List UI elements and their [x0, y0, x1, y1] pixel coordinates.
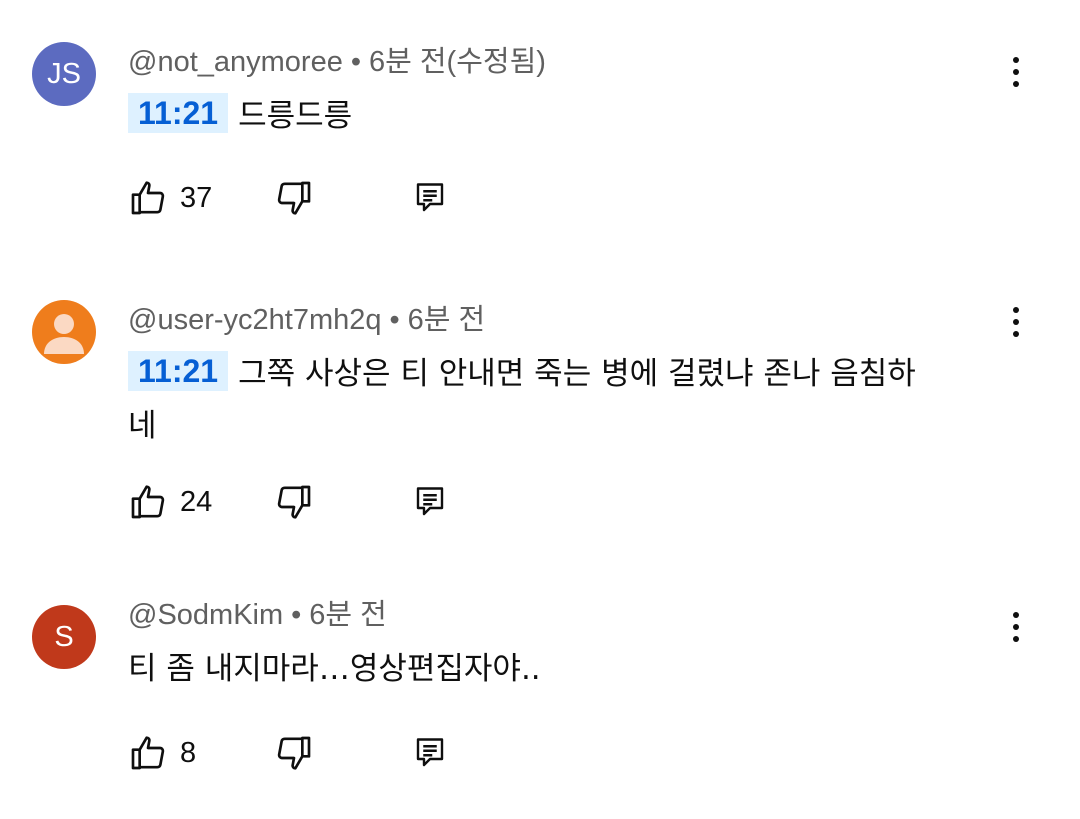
meta-separator: • — [389, 304, 400, 336]
dislike-button[interactable] — [274, 482, 314, 522]
timestamp-link[interactable]: 11:21 — [128, 93, 229, 133]
more-vertical-icon — [1013, 307, 1019, 313]
more-vertical-icon — [1013, 612, 1019, 618]
more-options-button[interactable] — [998, 298, 1034, 346]
author-name[interactable]: @user-yc2ht7mh2q — [128, 304, 382, 336]
comment-text: 11:21 그쪽 사상은 티 안내면 죽는 병에 걸렸냐 존나 음침하네 — [128, 348, 918, 452]
like-count: 24 — [180, 485, 213, 518]
meta-separator: • — [291, 599, 302, 631]
reply-button[interactable] — [412, 735, 448, 771]
comment-time: 6분 전 — [309, 599, 387, 631]
comment-actions: 8 — [128, 731, 448, 775]
avatar[interactable] — [32, 300, 96, 364]
reply-comment-icon — [416, 183, 444, 212]
more-dot — [1013, 624, 1019, 630]
thumb-down-icon — [277, 485, 311, 519]
thumb-down-icon — [277, 181, 311, 215]
like-button[interactable]: 8 — [128, 733, 216, 773]
author-name[interactable]: @SodmKim — [128, 599, 283, 631]
author-name[interactable]: @not_anymoree — [128, 46, 343, 78]
comment-body: 티 좀 내지마라…영상편집자야.. — [128, 651, 541, 687]
comment-meta: @SodmKim • 6분 전 — [128, 595, 387, 635]
dislike-button[interactable] — [274, 733, 314, 773]
comment-text: 티 좀 내지마라…영상편집자야.. — [128, 643, 928, 695]
meta-separator: • — [350, 46, 361, 78]
avatar-initials: JS — [47, 57, 81, 90]
avatar[interactable]: JS — [32, 42, 96, 106]
comment-body: 그쪽 사상은 티 안내면 죽는 병에 걸렸냐 존나 음침하네 — [128, 356, 916, 444]
like-count: 8 — [180, 736, 197, 769]
like-count: 37 — [180, 181, 213, 214]
avatar-initials: S — [54, 620, 74, 653]
timestamp-link[interactable]: 11:21 — [128, 351, 229, 391]
more-dot — [1013, 636, 1019, 642]
comment-meta: @user-yc2ht7mh2q • 6분 전 — [128, 300, 485, 340]
thumb-up-icon — [131, 736, 165, 770]
like-button[interactable]: 24 — [128, 482, 216, 522]
thumb-down-icon — [277, 736, 311, 770]
dislike-button[interactable] — [274, 178, 314, 218]
more-dot — [1013, 319, 1019, 325]
more-options-button[interactable] — [998, 48, 1034, 96]
comment-text: 11:21 드릉드릉 — [128, 90, 928, 142]
more-vertical-icon — [1013, 57, 1019, 63]
comment-time: 6분 전(수정됨) — [369, 46, 546, 78]
comment-time: 6분 전 — [407, 304, 486, 336]
reply-comment-icon — [416, 487, 444, 516]
reply-button[interactable] — [412, 180, 448, 216]
more-dot — [1013, 69, 1019, 75]
comment-actions: 37 — [128, 176, 448, 220]
thumb-up-icon — [131, 181, 165, 215]
like-button[interactable]: 37 — [128, 178, 216, 218]
avatar[interactable]: S — [32, 605, 96, 669]
more-dot — [1013, 81, 1019, 87]
comment-actions: 24 — [128, 480, 448, 524]
comment-meta: @not_anymoree • 6분 전(수정됨) — [128, 42, 546, 82]
default-user-avatar-icon — [44, 314, 84, 354]
reply-comment-icon — [416, 738, 444, 767]
more-options-button[interactable] — [998, 603, 1034, 651]
more-dot — [1013, 331, 1019, 337]
thumb-up-icon — [131, 485, 165, 519]
reply-button[interactable] — [412, 484, 448, 520]
comment-body: 드릉드릉 — [238, 98, 353, 134]
